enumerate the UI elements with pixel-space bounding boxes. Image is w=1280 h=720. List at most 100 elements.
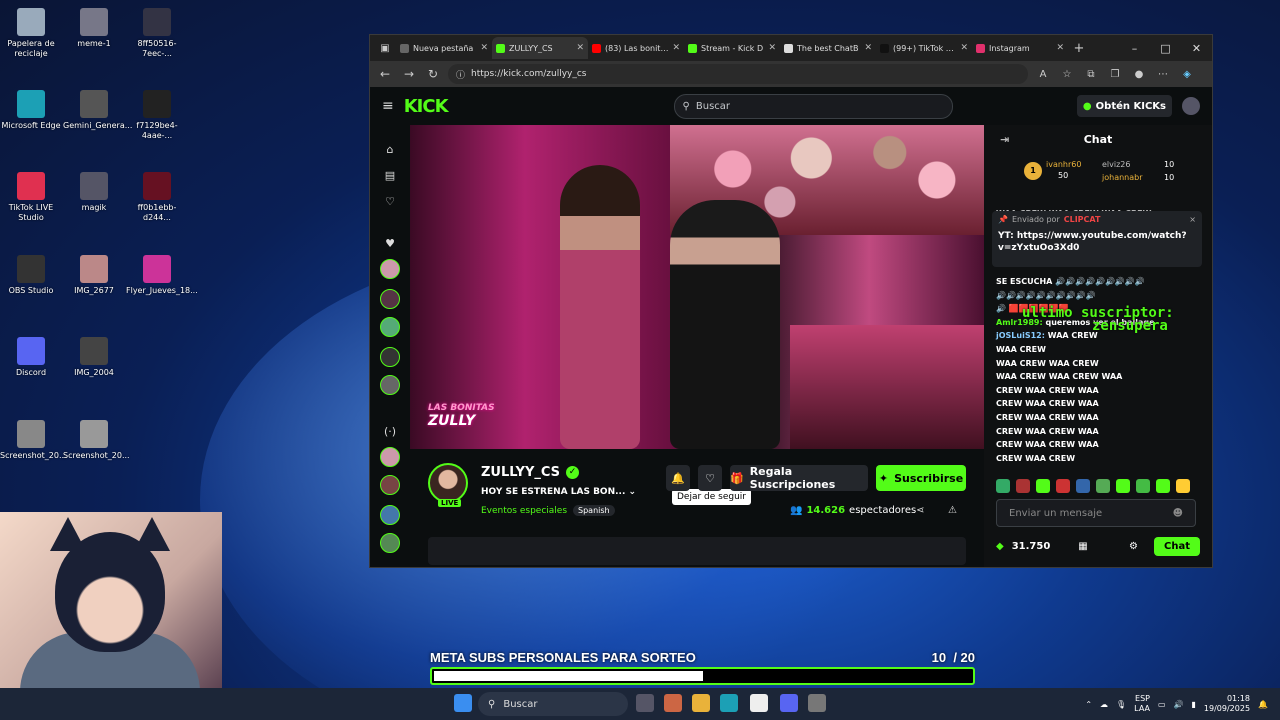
emote-icon[interactable] — [1016, 479, 1030, 493]
tab-close-icon[interactable]: ✕ — [768, 43, 776, 53]
recommended-channel-avatar[interactable] — [380, 533, 400, 553]
browser-tab[interactable]: (99+) TikTok - M ✕ — [876, 37, 972, 59]
browser-tab[interactable]: The best ChatB ✕ — [780, 37, 876, 59]
home-icon[interactable]: ⌂ — [380, 139, 400, 159]
desktop-icon[interactable]: meme-1 — [63, 8, 125, 49]
store-icon[interactable]: ▦ — [1078, 541, 1087, 552]
taskbar-search[interactable]: ⚲ Buscar — [478, 692, 628, 716]
subscribe-button[interactable]: ✦ Suscribirse — [876, 465, 966, 491]
browser-tab[interactable]: ZULLYY_CS ✕ — [492, 37, 588, 59]
leader-name[interactable]: johannabr — [1102, 173, 1143, 182]
followed-channel-avatar[interactable] — [380, 347, 400, 367]
desktop-icon[interactable]: TikTok LIVE Studio — [0, 172, 62, 223]
desktop-icon[interactable]: Flyer_Jueves_18... — [126, 255, 198, 296]
desktop-icon[interactable]: OBS Studio — [0, 255, 62, 296]
new-tab-button[interactable]: + — [1068, 41, 1090, 56]
desktop-icon[interactable]: Discord — [0, 337, 62, 378]
close-window-button[interactable]: ✕ — [1181, 42, 1212, 55]
desktop-icon[interactable]: magik — [63, 172, 125, 213]
streamer-avatar[interactable] — [428, 463, 468, 503]
collapse-chat-icon[interactable]: ⇥ — [1000, 133, 1009, 146]
search-input[interactable]: ⚲ Buscar — [673, 93, 953, 119]
followed-channel-avatar[interactable] — [380, 289, 400, 309]
stream-category[interactable]: Eventos especiales — [481, 506, 567, 516]
copilot-icon[interactable]: ◈ — [1178, 69, 1196, 80]
battery-icon[interactable]: ▮ — [1192, 700, 1196, 709]
report-icon[interactable]: ⚠ — [948, 505, 957, 516]
video-player[interactable]: LAS BONITAS ZULLY — [410, 125, 984, 449]
network-icon[interactable]: ▭ — [1158, 700, 1166, 709]
recommended-channel-avatar[interactable] — [380, 447, 400, 467]
unpin-icon[interactable]: ⨯ — [1189, 215, 1196, 224]
clock[interactable]: 01:18 19/09/2025 — [1204, 694, 1250, 714]
chat-input[interactable]: Enviar un mensaje ☻ — [996, 499, 1196, 527]
followed-channel-avatar[interactable] — [380, 259, 400, 279]
emoji-icon[interactable]: ☻ — [1173, 508, 1183, 519]
recommended-channel-avatar[interactable] — [380, 505, 400, 525]
emote-icon[interactable] — [996, 479, 1010, 493]
url-field[interactable]: ⓘ https://kick.com/zullyy_cs — [448, 64, 1028, 84]
followed-channel-avatar[interactable] — [380, 317, 400, 337]
chat-send-button[interactable]: Chat — [1154, 536, 1200, 556]
emote-icon[interactable] — [1116, 479, 1130, 493]
emote-icon[interactable] — [1036, 479, 1050, 493]
user-avatar[interactable] — [1182, 97, 1200, 115]
emote-icon[interactable] — [1156, 479, 1170, 493]
desktop-icon[interactable]: Screenshot_20... — [63, 420, 130, 461]
read-aloud-icon[interactable]: A — [1034, 69, 1052, 80]
pinned-link[interactable]: YT: https://www.youtube.com/watch?v=zYxt… — [998, 230, 1196, 254]
mic-icon[interactable]: 🎙 — [1116, 700, 1126, 709]
window-menu-icon[interactable]: ▣ — [374, 35, 396, 61]
reload-icon[interactable]: ↻ — [424, 67, 442, 81]
language-tag[interactable]: Spanish — [573, 505, 615, 516]
favorite-star-icon[interactable]: ☆ — [1058, 69, 1076, 80]
browser-tab[interactable]: Nueva pestaña ✕ — [396, 37, 492, 59]
following-heart-icon[interactable]: ♡ — [380, 191, 400, 211]
tab-close-icon[interactable]: ✕ — [960, 43, 968, 53]
recommended-channel-avatar[interactable] — [380, 475, 400, 495]
obs-app-icon[interactable] — [808, 694, 826, 712]
tab-close-icon[interactable]: ✕ — [576, 43, 584, 53]
browser-tab[interactable]: (83) Las bonitas ✕ — [588, 37, 684, 59]
language-indicator[interactable]: ESP LAA — [1134, 694, 1150, 714]
desktop-icon[interactable]: IMG_2004 — [63, 337, 125, 378]
streamer-name[interactable]: ZULLYY_CS — [481, 465, 560, 480]
unfollow-heart-button[interactable]: ♡ — [698, 465, 722, 491]
hamburger-menu-icon[interactable]: ≡ — [382, 98, 394, 114]
profile-avatar[interactable]: ● — [1130, 69, 1148, 80]
emote-icon[interactable] — [1056, 479, 1070, 493]
onedrive-icon[interactable]: ☁ — [1100, 700, 1108, 709]
desktop-icon[interactable]: ff0b1ebb-d244... — [126, 172, 188, 223]
volume-icon[interactable]: 🔊 — [1174, 700, 1184, 709]
leader-name[interactable]: ivanhr60 — [1046, 160, 1081, 169]
minimize-button[interactable]: – — [1119, 42, 1150, 55]
desktop-icon[interactable]: f7129be4-4aae-... — [126, 90, 188, 141]
emote-icon[interactable] — [1076, 479, 1090, 493]
emote-icon[interactable] — [1136, 479, 1150, 493]
share-icon[interactable]: ⋖ — [916, 505, 924, 516]
forward-icon[interactable]: → — [400, 67, 418, 81]
desktop-icon[interactable]: Gemini_Genera... — [63, 90, 132, 131]
pinned-user[interactable]: CLIPCAT — [1064, 215, 1101, 224]
leader-name[interactable]: elviz26 — [1102, 160, 1130, 169]
tab-close-icon[interactable]: ✕ — [1056, 43, 1064, 53]
get-kicks-button[interactable]: ● Obtén KICKs — [1076, 95, 1172, 117]
maximize-button[interactable]: □ — [1150, 42, 1181, 55]
notification-bell-button[interactable]: 🔔 — [666, 465, 690, 491]
tab-close-icon[interactable]: ✕ — [480, 43, 488, 53]
desktop-icon[interactable]: Papelera de reciclaje — [0, 8, 62, 59]
back-icon[interactable]: ← — [376, 67, 394, 81]
copilot-app-icon[interactable] — [664, 694, 682, 712]
chevron-down-icon[interactable]: ⌄ — [629, 487, 637, 497]
emote-icon[interactable] — [1096, 479, 1110, 493]
task-view-icon[interactable] — [636, 694, 654, 712]
desktop-icon[interactable]: Microsoft Edge — [0, 90, 62, 131]
gift-subs-button[interactable]: 🎁 Regala Suscripciones — [730, 465, 868, 491]
kick-logo[interactable]: KICK — [404, 96, 449, 117]
tab-close-icon[interactable]: ✕ — [672, 43, 680, 53]
notification-icon[interactable]: 🔔 — [1258, 700, 1268, 709]
file-explorer-icon[interactable] — [692, 694, 710, 712]
desktop-icon[interactable]: Screenshot_20... — [0, 420, 67, 461]
desktop-icon[interactable]: IMG_2677 — [63, 255, 125, 296]
tab-close-icon[interactable]: ✕ — [864, 43, 872, 53]
